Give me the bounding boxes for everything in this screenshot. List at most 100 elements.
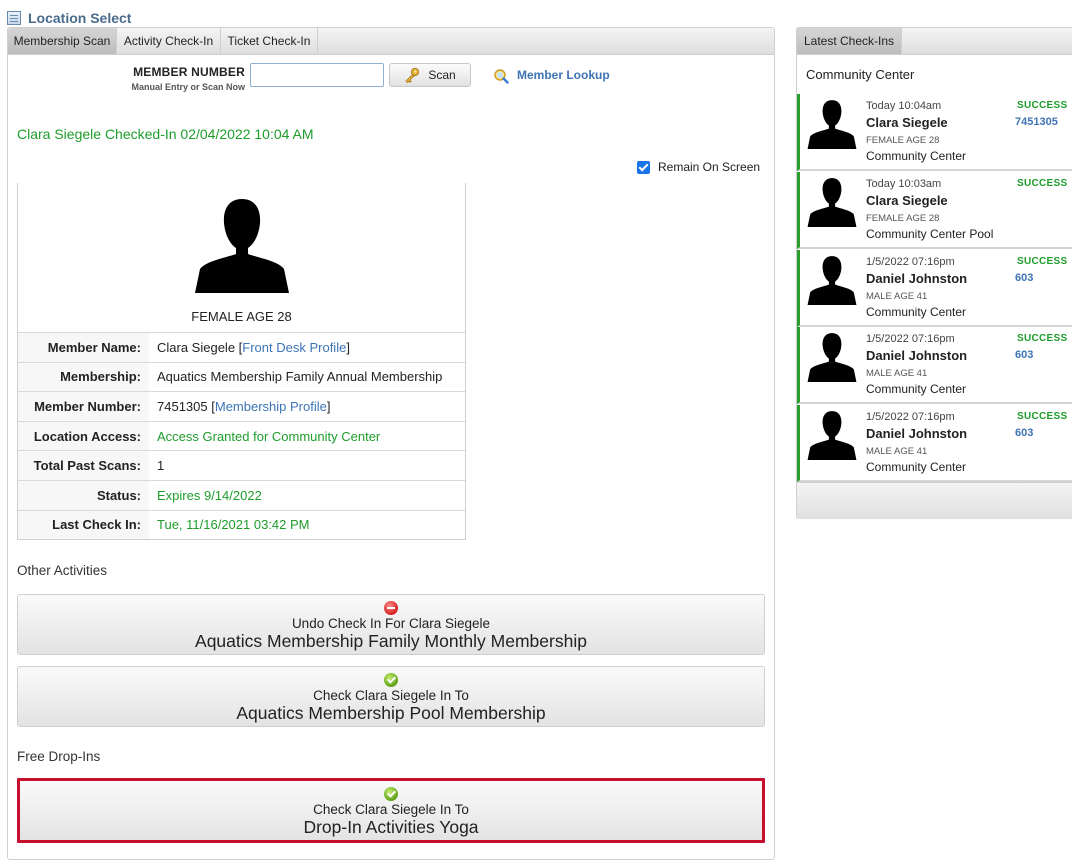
entry-member-number[interactable]: 603: [1015, 427, 1033, 439]
latest-location-label: Community Center: [806, 67, 915, 82]
last-check-in-key: Last Check In:: [18, 509, 149, 540]
entry-time: 1/5/2022 07:16pm: [866, 256, 955, 268]
front-desk-profile-link[interactable]: Front Desk Profile: [242, 340, 346, 355]
member-info-table: Member Name: Clara Siegele [Front Desk P…: [18, 332, 465, 540]
entry-name: Clara Siegele: [866, 115, 948, 130]
total-past-scans-value: 1: [149, 450, 465, 481]
member-number-text: 7451305: [157, 398, 208, 414]
check-icon: [384, 673, 398, 687]
entry-location: Community Center: [866, 460, 967, 474]
tab-ticket-check-in[interactable]: Ticket Check-In: [221, 28, 318, 54]
person-silhouette-icon: [807, 411, 857, 460]
location-access-key: Location Access:: [18, 420, 149, 451]
check-in-entry[interactable]: 1/5/2022 07:16pm Daniel Johnston MALE AG…: [797, 250, 1072, 327]
table-row: Total Past Scans: 1: [18, 450, 465, 481]
entry-member-number[interactable]: 603: [1015, 349, 1033, 361]
building-icon: [7, 11, 21, 25]
table-row: Location Access: Access Granted for Comm…: [18, 420, 465, 451]
last-check-in-value: Tue, 11/16/2021 03:42 PM: [149, 509, 465, 540]
entry-status: SUCCESS: [1017, 100, 1068, 111]
check-in-entry[interactable]: 1/5/2022 07:16pm Daniel Johnston MALE AG…: [797, 327, 1072, 404]
member-name-value: Clara Siegele [Front Desk Profile]: [149, 332, 465, 363]
person-silhouette-icon: [807, 333, 857, 382]
latest-panel-footer: [797, 482, 1072, 519]
table-row: Last Check In: Tue, 11/16/2021 03:42 PM: [18, 509, 465, 540]
remove-icon: [384, 601, 398, 615]
total-past-scans-key: Total Past Scans:: [18, 450, 149, 481]
key-icon: [405, 67, 420, 83]
person-silhouette-icon: [807, 256, 857, 305]
entry-member-number[interactable]: 7451305: [1015, 116, 1058, 128]
check-in-pool-line1: Check Clara Siegele In To: [313, 688, 469, 703]
tab-latest-check-ins[interactable]: Latest Check-Ins: [797, 28, 902, 54]
check-in-yoga-button[interactable]: Check Clara Siegele In To Drop-In Activi…: [17, 778, 765, 843]
entry-age: MALE AGE 41: [866, 446, 928, 457]
entry-age: MALE AGE 41: [866, 368, 928, 379]
entry-name: Daniel Johnston: [866, 426, 968, 441]
member-name-key: Member Name:: [18, 332, 149, 363]
location-select-header[interactable]: Location Select: [7, 9, 131, 27]
member-silhouette-icon: [195, 199, 289, 293]
table-row: Status: Expires 9/14/2022: [18, 479, 465, 511]
check-in-pool-line2: Aquatics Membership Pool Membership: [236, 703, 546, 723]
member-age-label: FEMALE AGE 28: [191, 309, 292, 324]
member-number-input[interactable]: [250, 63, 384, 87]
check-in-entry[interactable]: Today 10:04am Clara Siegele FEMALE AGE 2…: [797, 94, 1072, 171]
table-row: Member Name: Clara Siegele [Front Desk P…: [18, 332, 465, 363]
entry-name: Daniel Johnston: [866, 271, 968, 286]
entry-name: Daniel Johnston: [866, 348, 968, 363]
free-drop-ins-heading: Free Drop-Ins: [17, 749, 101, 764]
remain-on-screen-checkbox[interactable]: [637, 160, 650, 174]
undo-check-in-line1: Undo Check In For Clara Siegele: [291, 616, 491, 631]
entry-age: FEMALE AGE 28: [866, 135, 940, 146]
checked-in-message: Clara Siegele Checked-In 02/04/2022 10:0…: [17, 126, 314, 142]
location-select-title: Location Select: [28, 10, 132, 26]
check-in-yoga-line1: Check Clara Siegele In To: [313, 802, 469, 817]
scan-button-label: Scan: [428, 68, 456, 82]
entry-location: Community Center: [866, 305, 967, 319]
table-row: Membership: Aquatics Membership Family A…: [18, 361, 465, 392]
person-silhouette-icon: [807, 178, 857, 227]
entry-member-number[interactable]: 603: [1015, 272, 1033, 284]
other-activities-heading: Other Activities: [17, 563, 108, 578]
entry-age: FEMALE AGE 28: [866, 213, 940, 224]
membership-key: Membership:: [18, 361, 149, 392]
entry-time: Today 10:03am: [866, 178, 942, 190]
entry-location: Community Center: [866, 382, 967, 396]
member-number-label: MEMBER NUMBER: [133, 65, 245, 79]
undo-check-in-line2: Aquatics Membership Family Monthly Membe…: [195, 631, 587, 651]
membership-profile-link[interactable]: Membership Profile: [215, 399, 327, 414]
remain-on-screen[interactable]: Remain On Screen: [637, 160, 760, 174]
undo-check-in-button[interactable]: Undo Check In For Clara Siegele Aquatics…: [17, 594, 765, 655]
entry-status: SUCCESS: [1017, 256, 1068, 267]
member-number-hint: Manual Entry or Scan Now: [131, 82, 245, 92]
entry-location: Community Center: [866, 149, 967, 163]
status-key: Status:: [18, 479, 149, 511]
status-value: Expires 9/14/2022: [149, 479, 465, 511]
entry-time: 1/5/2022 07:16pm: [866, 333, 955, 345]
member-lookup-link[interactable]: Member Lookup: [493, 66, 610, 84]
entry-time: 1/5/2022 07:16pm: [866, 411, 955, 423]
member-number-value: 7451305 [Membership Profile]: [149, 391, 465, 422]
entry-name: Clara Siegele: [866, 193, 948, 208]
tab-membership-scan[interactable]: Membership Scan: [8, 28, 117, 54]
entry-status: SUCCESS: [1017, 333, 1068, 344]
entry-time: Today 10:04am: [866, 100, 942, 112]
member-lookup-label: Member Lookup: [517, 68, 610, 82]
entry-age: MALE AGE 41: [866, 291, 928, 302]
check-in-yoga-line2: Drop-In Activities Yoga: [303, 817, 479, 837]
remain-on-screen-label: Remain On Screen: [658, 160, 761, 174]
check-in-entry[interactable]: Today 10:03am Clara Siegele FEMALE AGE 2…: [797, 172, 1072, 249]
table-row: Member Number: 7451305 [Membership Profi…: [18, 391, 465, 422]
tab-activity-check-in[interactable]: Activity Check-In: [117, 28, 221, 54]
member-number-label-group: MEMBER NUMBER Manual Entry or Scan Now: [100, 65, 245, 92]
entry-status: SUCCESS: [1017, 178, 1068, 189]
membership-value: Aquatics Membership Family Annual Member…: [149, 361, 465, 392]
check-in-pool-membership-button[interactable]: Check Clara Siegele In To Aquatics Membe…: [17, 666, 765, 727]
check-in-entry[interactable]: 1/5/2022 07:16pm Daniel Johnston MALE AG…: [797, 405, 1072, 482]
person-silhouette-icon: [807, 100, 857, 149]
scan-button[interactable]: Scan: [389, 63, 471, 87]
entry-location: Community Center Pool: [866, 227, 994, 241]
member-name-text: Clara Siegele: [157, 339, 236, 355]
tab-bar: Membership Scan Activity Check-In Ticket…: [8, 28, 774, 55]
